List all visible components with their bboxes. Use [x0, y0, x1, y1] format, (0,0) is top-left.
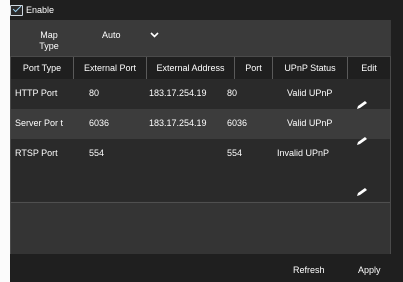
- cell-port-type: HTTP Port: [15, 88, 58, 98]
- header-port-type: Port Type: [11, 57, 74, 79]
- table-row[interactable]: RTSP Port 554 554 Invalid UPnP: [11, 139, 390, 201]
- refresh-button[interactable]: Refresh: [293, 265, 325, 275]
- cell-external-address: 183.17.254.19: [149, 118, 207, 128]
- map-type-label: Map Type: [28, 30, 70, 52]
- cell-port-type: Server Por t: [15, 118, 64, 128]
- cell-port-type: RTSP Port: [15, 148, 58, 158]
- header-edit: Edit: [361, 63, 377, 73]
- header-upnp-status: UPnP Status: [273, 57, 348, 79]
- cell-external-port: 80: [89, 88, 100, 98]
- footer-bar: Refresh Apply: [10, 254, 391, 282]
- cell-upnp-status: Invalid UPnP: [277, 148, 330, 158]
- cell-external-port: 554: [89, 148, 105, 158]
- map-type-label-line1: Map: [40, 30, 58, 40]
- table-row[interactable]: HTTP Port 80 183.17.254.19 80 Valid UPnP: [11, 79, 390, 109]
- table-header: Port Type External Port External Address…: [11, 57, 390, 79]
- enable-label: Enable: [26, 5, 55, 15]
- apply-button[interactable]: Apply: [358, 265, 381, 275]
- checkbox-checked-icon[interactable]: [10, 4, 23, 16]
- pencil-icon[interactable]: [355, 136, 369, 146]
- cell-port: 6036: [227, 118, 248, 128]
- cell-external-address: 183.17.254.19: [149, 88, 207, 98]
- pencil-icon[interactable]: [355, 187, 369, 197]
- header-external-address: External Address: [147, 57, 235, 79]
- header-port: Port: [235, 57, 273, 79]
- chevron-down-icon[interactable]: [150, 32, 159, 38]
- cell-port: 80: [227, 88, 238, 98]
- cell-port: 554: [227, 148, 243, 158]
- map-type-row: Map Type Auto: [10, 20, 391, 56]
- map-type-select[interactable]: Auto: [102, 30, 121, 40]
- cell-external-port: 6036: [89, 118, 110, 128]
- port-mapping-table: Port Type External Port External Address…: [10, 56, 391, 255]
- table-empty-area: [11, 202, 390, 255]
- enable-row[interactable]: Enable: [10, 3, 54, 17]
- pencil-icon[interactable]: [355, 100, 369, 110]
- table-row[interactable]: Server Por t 6036 183.17.254.19 6036 Val…: [11, 109, 390, 139]
- map-type-label-line2: Type: [39, 41, 59, 51]
- cell-upnp-status: Valid UPnP: [287, 88, 333, 98]
- panel-edge: [391, 0, 403, 282]
- cell-upnp-status: Valid UPnP: [287, 118, 333, 128]
- header-external-port: External Port: [74, 57, 147, 79]
